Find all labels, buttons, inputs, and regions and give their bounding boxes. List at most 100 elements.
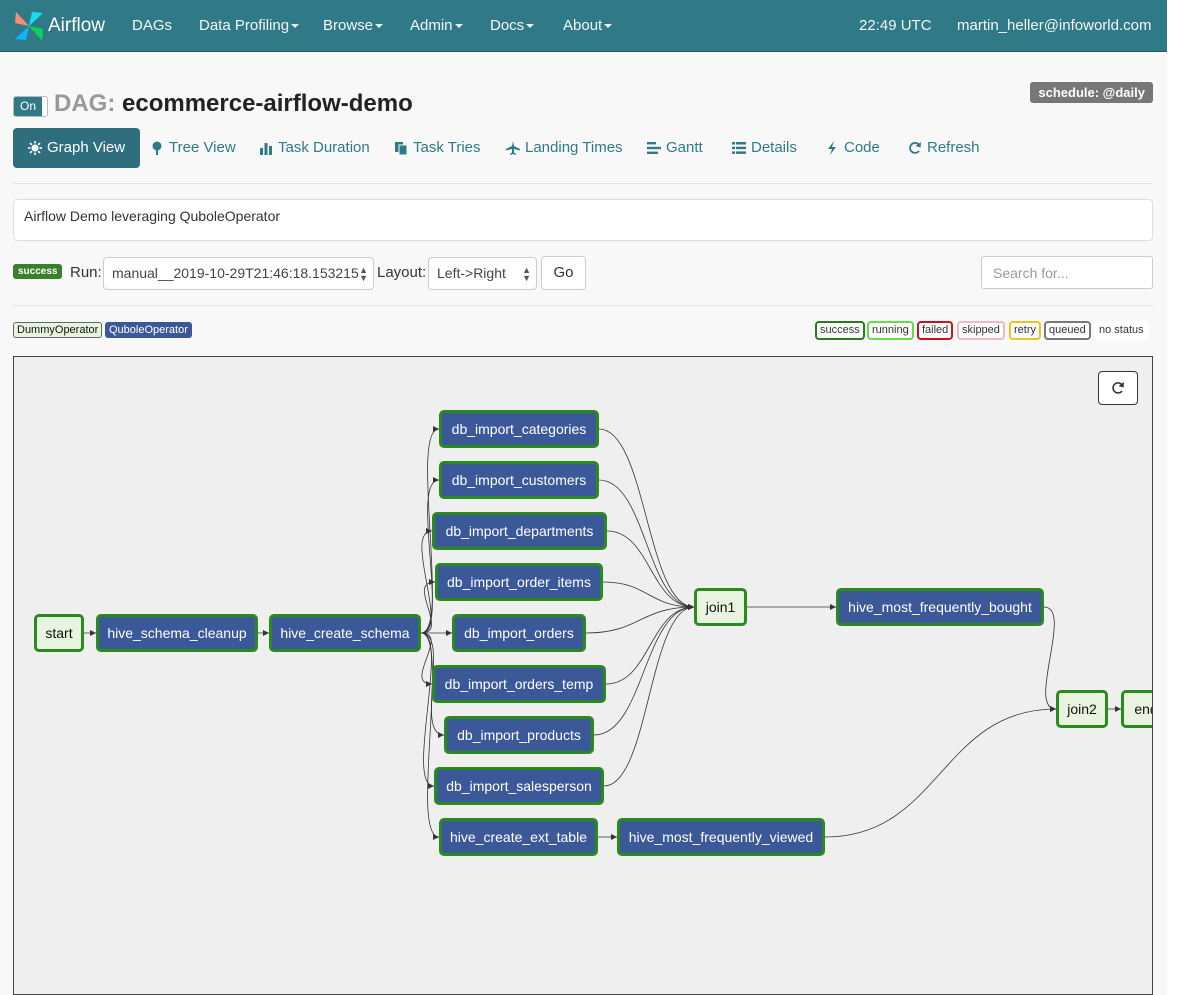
state-legend-skipped[interactable]: skipped [957, 321, 1005, 340]
page-title: DAG: ecommerce-airflow-demo [54, 90, 413, 118]
files-icon [395, 142, 408, 155]
nav-docs-label: Docs [490, 17, 525, 34]
operator-legend-quboleoperator: QuboleOperator [105, 322, 192, 338]
task-node-db-import-orders-temp[interactable]: db_import_orders_temp [432, 665, 606, 703]
tab-task-duration-label: Task Duration [278, 139, 370, 156]
airflow-logo-icon [15, 12, 43, 40]
task-node-db-import-departments[interactable]: db_import_departments [432, 512, 607, 550]
state-legend-running[interactable]: running [867, 321, 914, 340]
layout-label: Layout: [377, 264, 427, 281]
nav-about[interactable]: About [563, 0, 613, 52]
task-node-join2[interactable]: join2 [1056, 690, 1108, 728]
refresh-icon [909, 142, 921, 154]
select-arrows-icon: ▲ ▼ [522, 265, 531, 283]
state-legend-failed[interactable]: failed [917, 321, 954, 340]
nav-browse[interactable]: Browse [323, 0, 384, 52]
task-node-start[interactable]: start [34, 614, 84, 652]
task-node-db-import-categories[interactable]: db_import_categories [439, 410, 599, 448]
tab-graph-view[interactable]: Graph View [13, 128, 141, 168]
tab-task-duration[interactable]: Task Duration [259, 128, 370, 168]
flash-icon [828, 141, 836, 155]
tab-tree-view-label: Tree View [169, 139, 236, 156]
tab-task-tries-label: Task Tries [413, 139, 481, 156]
nav-about-label: About [563, 17, 603, 34]
go-button[interactable]: Go [541, 256, 586, 290]
task-node-db-import-customers[interactable]: db_import_customers [439, 461, 599, 499]
task-node-db-import-orders[interactable]: db_import_orders [452, 614, 586, 652]
select-arrows-icon: ▲ ▼ [359, 265, 368, 283]
gantt-icon [647, 142, 661, 154]
refresh-icon [1112, 382, 1124, 394]
dag-name: ecommerce-airflow-demo [122, 90, 413, 117]
tab-landing-times-label: Landing Times [525, 139, 623, 156]
divider [13, 305, 1153, 306]
sun-icon [28, 141, 42, 155]
bar-chart-icon [260, 143, 272, 155]
layout-select[interactable]: Left->Right ▲ ▼ [428, 257, 537, 290]
edge-hive_create_schema-db_import_customers [420, 479, 440, 634]
state-legend-success[interactable]: success [815, 321, 865, 340]
task-node-db-import-products[interactable]: db_import_products [444, 716, 594, 754]
brand-name: Airflow [48, 15, 106, 36]
edge-hive_most_frequently_bought-join2 [1043, 606, 1057, 710]
tab-code[interactable]: Code [825, 128, 880, 168]
tab-refresh[interactable]: Refresh [908, 128, 980, 168]
task-node-db-import-order-items[interactable]: db_import_order_items [435, 563, 603, 601]
tab-landing-times[interactable]: Landing Times [506, 128, 623, 168]
task-node-end[interactable]: end [1121, 690, 1152, 728]
task-node-hive-schema-cleanup[interactable]: hive_schema_cleanup [96, 614, 258, 652]
list-icon [732, 142, 746, 154]
dag-prefix: DAG: [54, 90, 116, 117]
nav-admin-label: Admin [410, 17, 453, 34]
task-node-hive-create-ext-table[interactable]: hive_create_ext_table [439, 818, 598, 856]
utc-clock: 22:49 UTC [859, 17, 932, 34]
plane-icon [506, 141, 520, 155]
tab-code-label: Code [844, 139, 880, 156]
nav-data-profiling[interactable]: Data Profiling [199, 0, 300, 52]
tab-details-label: Details [751, 139, 797, 156]
tab-tree-view[interactable]: Tree View [150, 128, 236, 168]
tab-gantt-label: Gantt [666, 139, 703, 156]
state-legend-queued[interactable]: queued [1044, 321, 1091, 340]
task-node-hive-most-frequently-viewed[interactable]: hive_most_frequently_viewed [617, 818, 825, 856]
run-select[interactable]: manual__2019-10-29T21:46:18.153215 ▲ ▼ [103, 257, 374, 290]
task-node-db-import-salesperson[interactable]: db_import_salesperson [434, 767, 604, 805]
graph-refresh-button[interactable] [1098, 371, 1138, 405]
schedule-badge: schedule: @daily [1030, 82, 1153, 103]
state-legend-no-status[interactable]: no status [1094, 321, 1149, 340]
page-gutter [1167, 0, 1200, 995]
edge-db_import_salesperson-join1 [603, 606, 695, 787]
nav-dags[interactable]: DAGs [132, 0, 172, 52]
tree-icon [152, 141, 162, 155]
tab-refresh-label: Refresh [927, 139, 980, 156]
tab-details[interactable]: Details [732, 128, 797, 168]
task-node-join1[interactable]: join1 [694, 588, 747, 626]
dag-description: Airflow Demo leveraging QuboleOperator [13, 199, 1153, 241]
brand-link[interactable]: Airflow [12, 8, 105, 44]
divider [13, 183, 1153, 184]
run-label: Run: [70, 264, 102, 281]
tab-gantt[interactable]: Gantt [647, 128, 703, 168]
dag-graph[interactable]: start hive_schema_cleanup hive_create_sche… [13, 356, 1153, 995]
top-navbar: Airflow DAGs Data Profiling Browse Admin… [0, 0, 1167, 52]
tab-task-tries[interactable]: Task Tries [394, 128, 481, 168]
nav-data-profiling-label: Data Profiling [199, 17, 290, 34]
edge-hive_most_frequently_viewed-join2 [824, 708, 1057, 838]
caret-down-icon [604, 24, 613, 29]
task-node-hive-create-schema[interactable]: hive_create_schema [269, 614, 421, 652]
user-menu[interactable]: martin_heller@infoworld.com [957, 0, 1151, 52]
dag-on-toggle[interactable]: On [13, 96, 48, 117]
caret-down-icon [526, 24, 535, 29]
state-legend-retry[interactable]: retry [1009, 321, 1041, 340]
edge-hive_create_schema-hive_create_ext_table [420, 632, 440, 838]
run-status-badge: success [13, 264, 63, 279]
task-node-hive-most-frequently-bought[interactable]: hive_most_frequently_bought [836, 588, 1044, 626]
nav-browse-label: Browse [323, 17, 374, 34]
nav-docs[interactable]: Docs [490, 0, 535, 52]
operator-legend-dummyoperator: DummyOperator [13, 322, 103, 338]
search-input[interactable] [981, 256, 1153, 289]
nav-admin[interactable]: Admin [410, 0, 463, 52]
caret-down-icon [375, 24, 384, 29]
edge-db_import_orders_temp-join1 [605, 606, 695, 685]
caret-down-icon [291, 24, 300, 29]
